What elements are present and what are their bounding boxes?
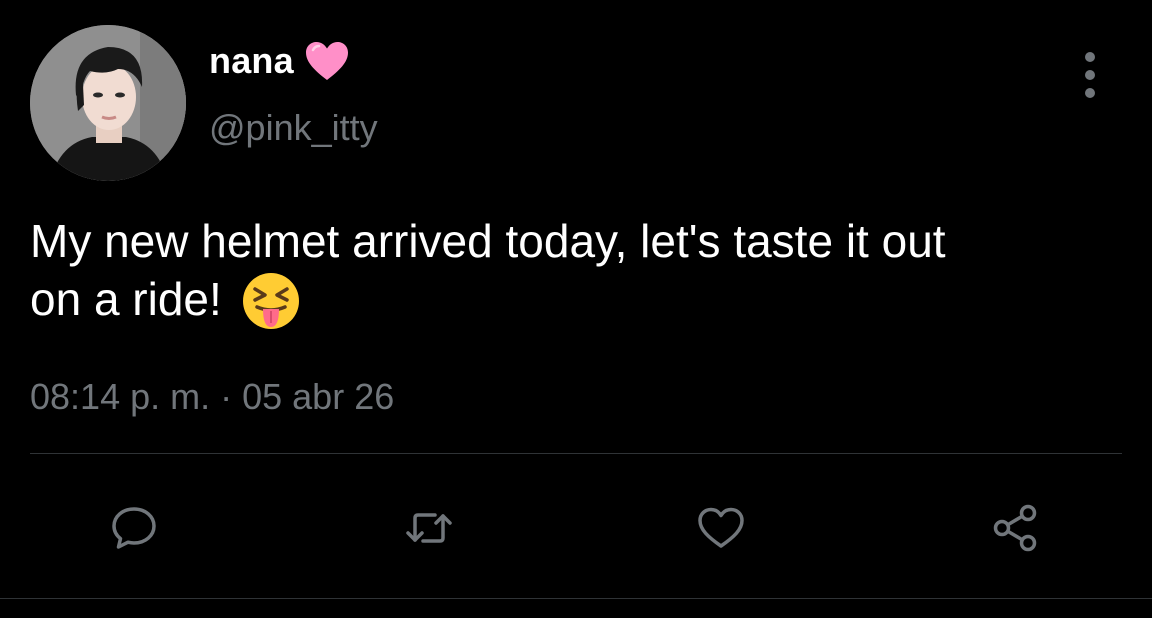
share-nodes-icon	[993, 504, 1037, 552]
reply-button[interactable]	[104, 500, 164, 556]
tweet-text-line-2-text: on a ride!	[30, 273, 222, 325]
author-handle[interactable]: @pink_itty	[209, 107, 378, 149]
more-dot-icon	[1085, 52, 1095, 62]
display-name-text: nana	[209, 40, 294, 81]
timestamp-separator: ·	[220, 376, 233, 417]
tweet-text: My new helmet arrived today, let's taste…	[30, 212, 1130, 331]
timestamp-date: 05 abr 26	[242, 376, 395, 417]
avatar[interactable]	[30, 25, 186, 181]
more-dot-icon	[1085, 88, 1095, 98]
avatar-photo	[30, 25, 186, 181]
divider	[0, 598, 1152, 599]
speech-bubble-icon	[112, 507, 156, 549]
pink-heart-emoji-icon	[305, 42, 348, 80]
tweet-timestamp[interactable]: 08:14 p. m. · 05 abr 26	[30, 376, 394, 418]
squinting-face-with-tongue-emoji-icon	[242, 273, 299, 329]
tweet-card: nana @pink_itty My new helmet arrived to…	[0, 0, 1152, 618]
retweet-arrows-icon	[406, 513, 452, 543]
timestamp-time: 08:14 p. m.	[30, 376, 211, 417]
more-options-button[interactable]	[1072, 52, 1108, 98]
heart-outline-icon	[698, 507, 744, 548]
like-button[interactable]	[691, 500, 751, 556]
retweet-button[interactable]	[399, 500, 459, 556]
more-dot-icon	[1085, 70, 1095, 80]
divider	[30, 453, 1122, 454]
author-name[interactable]: nana	[209, 40, 350, 82]
tweet-text-line-1: My new helmet arrived today, let's taste…	[30, 215, 946, 267]
share-button[interactable]	[986, 500, 1046, 556]
tweet-text-line-2: on a ride!	[30, 270, 1130, 331]
